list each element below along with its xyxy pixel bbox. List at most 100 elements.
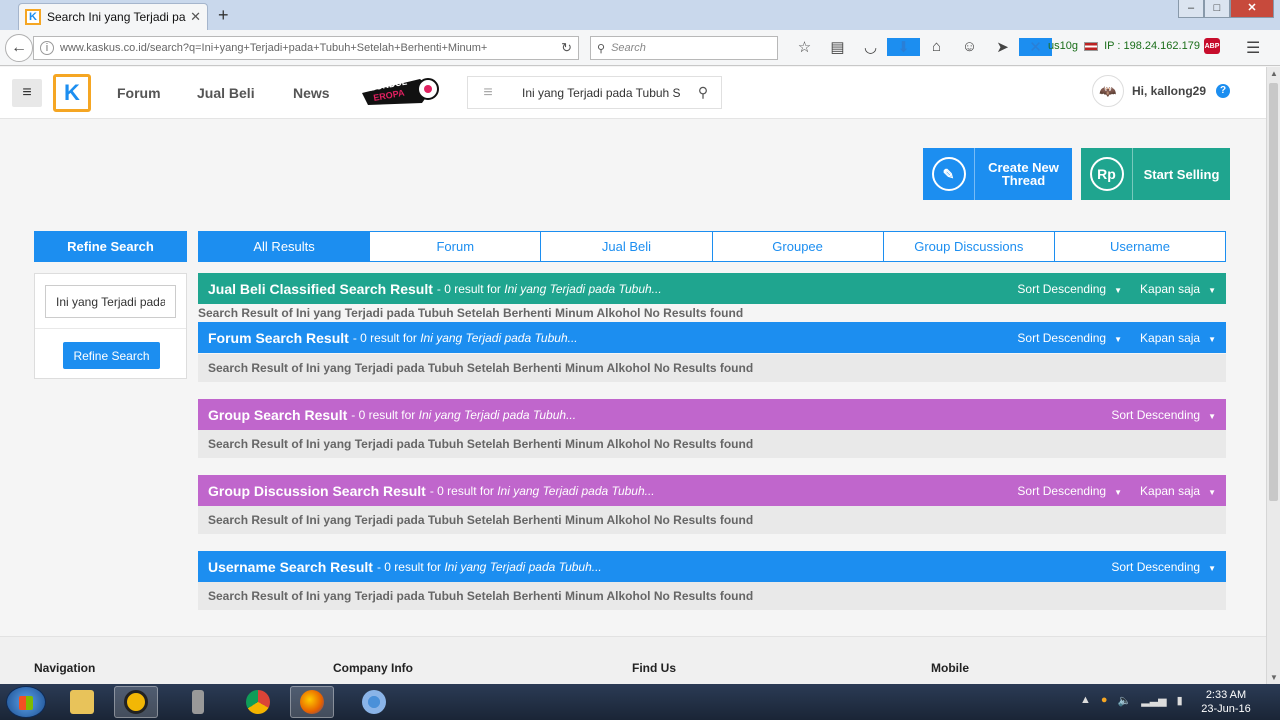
create-new-thread-button[interactable]: ✎ Create New Thread [923,148,1072,200]
reload-icon[interactable]: ↻ [561,40,572,56]
tab-jual-beli[interactable]: Jual Beli [541,232,713,261]
result-query: Ini yang Terjadi pada Tubuh... [418,407,577,422]
adblock-icon[interactable]: ABP [1204,38,1220,54]
sort-dropdown[interactable]: Sort Descending ▼ [1111,408,1216,422]
site-search-input[interactable]: Ini yang Terjadi pada Tubuh S [508,86,685,100]
search-icon[interactable]: ⚲ [685,84,721,101]
home-icon[interactable]: ⌂ [920,38,953,56]
refine-search-button[interactable]: Refine Search [63,342,160,369]
result-query: Ini yang Terjadi pada Tubuh... [420,330,578,345]
address-bar[interactable]: i www.kaskus.co.id/search?q=Ini+yang+Ter… [33,36,579,60]
download-icon[interactable]: ⬇ [887,38,920,56]
group-discussion-result-header: Group Discussion Search Result - 0 resul… [198,475,1226,506]
sort-dropdown[interactable]: Sort Descending ▼ [1017,282,1122,296]
forum-result-header: Forum Search Result - 0 result for Ini y… [198,322,1226,353]
sort-dropdown[interactable]: Sort Descending ▼ [1017,331,1122,345]
jual-beli-result-header: Jual Beli Classified Search Result - 0 r… [198,273,1226,304]
close-tab-icon[interactable]: ✕ [190,9,201,25]
kaskus-logo[interactable]: K [53,74,91,112]
toolbar-icons: ☆ ▤ ◡ ⬇ ⌂ ☺ ➤ ✕ [788,38,1052,56]
time-dropdown[interactable]: Kapan saja ▼ [1140,282,1216,296]
ip-info: us10g IP : 198.24.162.179 [1048,40,1200,52]
help-icon[interactable]: ? [1216,84,1230,98]
start-button[interactable] [6,686,46,718]
reading-list-icon[interactable]: ▤ [821,38,854,56]
result-count: - 0 result for [352,330,421,345]
scrollbar-thumb[interactable] [1269,83,1278,501]
app-a-icon[interactable] [114,686,158,718]
close-window-button[interactable]: ✕ [1230,0,1274,18]
result-count: - 0 result for [436,281,505,296]
sort-dropdown[interactable]: Sort Descending ▼ [1111,560,1216,574]
clock-time: 2:33 AM [1205,689,1247,701]
footer-company-info-heading: Company Info [333,661,413,675]
show-hidden-icons[interactable]: ▲ [1080,694,1091,707]
result-query: Ini yang Terjadi pada Tubuh... [444,559,602,574]
volume-icon[interactable]: 🔈 [1118,694,1132,707]
extension-user: us10g [1048,40,1078,52]
user-greeting[interactable]: Hi, kallong29 [1132,84,1206,98]
nav-jual-beli[interactable]: Jual Beli [197,67,255,119]
power-icon[interactable]: ▮ [1177,694,1183,707]
site-menu-button[interactable]: ≡ [12,79,42,107]
windows-logo-icon [19,696,33,710]
page-scrollbar[interactable]: ▲ ▼ [1266,67,1280,684]
tray-app-icon[interactable]: ● [1101,694,1108,707]
bookmark-star-icon[interactable]: ☆ [788,38,821,56]
search-category-menu-icon[interactable]: ≡ [468,84,508,102]
refine-search-heading: Refine Search [34,231,187,262]
site-info-icon[interactable]: i [40,41,54,55]
start-selling-label: Start Selling [1143,166,1220,182]
taskbar-clock[interactable]: 2:33 AM 23-Jun-16 [1196,688,1256,716]
chevron-down-icon: ▼ [1208,334,1216,344]
minimize-button[interactable]: – [1178,0,1204,18]
result-count: - 0 result for [351,407,419,422]
chat-icon[interactable]: ☺ [953,38,986,56]
browser-search-box[interactable]: ⚲ Search [590,36,778,60]
pocket-icon[interactable]: ◡ [854,38,887,56]
scroll-down-icon[interactable]: ▼ [1270,673,1278,682]
scroll-up-icon[interactable]: ▲ [1270,69,1278,78]
maximize-button[interactable]: □ [1204,0,1230,18]
time-dropdown[interactable]: Kapan saja ▼ [1140,484,1216,498]
refine-search-input[interactable] [45,285,176,318]
tab-all-results[interactable]: All Results [199,232,371,261]
sort-dropdown[interactable]: Sort Descending ▼ [1017,484,1122,498]
chrome-icon[interactable] [236,686,280,718]
refine-search-panel: Refine Search [34,273,187,379]
start-selling-button[interactable]: Rp Start Selling [1081,148,1230,200]
footer-navigation-heading: Navigation [34,661,96,675]
divider [35,328,186,329]
group-discussion-result-body: Search Result of Ini yang Terjadi pada T… [198,506,1226,534]
file-explorer-icon[interactable] [60,686,104,718]
result-title: Group Search Result [208,406,348,423]
browser-menu-icon[interactable]: ☰ [1246,38,1260,58]
avatar[interactable]: 🦇 [1092,75,1124,107]
back-button[interactable]: ← [5,34,33,62]
username-result-body: Search Result of Ini yang Terjadi pada T… [198,582,1226,610]
rupiah-icon: Rp [1089,157,1124,191]
tab-forum[interactable]: Forum [370,232,542,261]
tab-group-discussions[interactable]: Group Discussions [884,232,1055,261]
site-search-bar[interactable]: ≡ Ini yang Terjadi pada Tubuh S ⚲ [467,76,722,109]
ip-address: IP : 198.24.162.179 [1104,40,1200,52]
nav-forum[interactable]: Forum [117,67,161,119]
time-dropdown[interactable]: Kapan saja ▼ [1140,331,1216,345]
browser-search-placeholder: Search [611,42,646,54]
tab-groupee[interactable]: Groupee [713,232,884,261]
bundul-eropa-banner[interactable]: BUNDUL EROPA [360,73,442,109]
network-icon[interactable]: ▂▃▅ [1141,694,1166,707]
nav-news[interactable]: News [293,67,330,119]
result-count: - 0 result for [376,559,445,574]
firefox-icon[interactable] [290,686,334,718]
result-title: Forum Search Result [208,329,349,346]
user-area[interactable]: 🦇 Hi, kallong29 [1092,75,1206,107]
chromium-icon[interactable] [352,686,396,718]
jual-beli-result-body: Search Result of Ini yang Terjadi pada T… [198,306,744,320]
tab-username[interactable]: Username [1055,232,1225,261]
browser-tab[interactable]: K Search Ini yang Terjadi pad... ✕ [18,3,208,30]
chess-app-icon[interactable] [176,686,220,718]
new-tab-button[interactable]: + [218,5,229,26]
search-icon: ⚲ [597,42,606,55]
send-icon[interactable]: ➤ [986,38,1019,56]
